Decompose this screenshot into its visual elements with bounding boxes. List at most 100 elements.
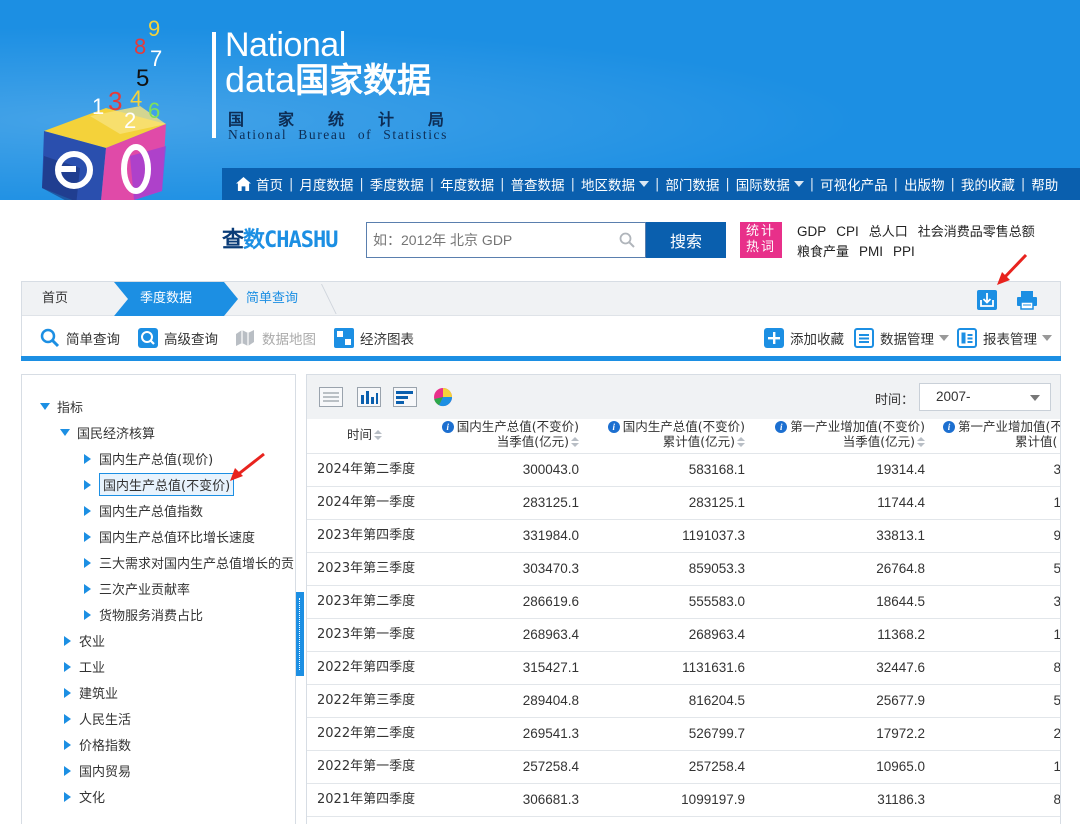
download-icon[interactable] <box>976 289 998 311</box>
cell-time: 2023年第四季度 <box>317 528 416 543</box>
cell-gdp-cumulative: 816204.5 <box>688 693 745 708</box>
tree-item-domestic-trade[interactable]: 国内贸易 <box>64 761 131 780</box>
pie-chart-icon[interactable] <box>431 387 455 407</box>
nav-item-quarterly[interactable]: 季度数据 <box>364 174 430 194</box>
tree-group-national-accounts[interactable]: 国民经济核算 <box>60 423 155 442</box>
hot-term-link[interactable]: CPI <box>836 224 859 239</box>
cell-time: 2022年第一季度 <box>317 759 416 774</box>
tree-label: 货物服务消费占比 <box>99 609 204 624</box>
table-row[interactable]: 2024年第一季度 283125.1 283125.1 11744.4 1 <box>307 486 1060 519</box>
table-row[interactable]: 2022年第二季度 269541.3 526799.7 17972.2 2 <box>307 717 1060 750</box>
data-manage-menu[interactable]: 数据管理 <box>854 327 949 349</box>
search-input[interactable] <box>367 223 607 257</box>
column-header-gdp-cumulative[interactable]: i 国内生产总值(不变价) 累计值(亿元) <box>593 419 745 453</box>
info-icon[interactable]: i <box>441 421 454 433</box>
table-row[interactable]: 2022年第一季度 257258.4 257258.4 10965.0 1 <box>307 750 1060 783</box>
tree-item-industry-contribution[interactable]: 三次产业贡献率 <box>84 579 190 598</box>
nav-item-international[interactable]: 国际数据 <box>730 174 810 194</box>
table-row[interactable]: 2021年第三季度 279501.0 792516.6 24691.7 5 <box>307 816 1060 824</box>
brand-data-cn: 国家数据 <box>295 61 432 101</box>
table-row[interactable]: 2023年第四季度 331984.0 1191037.3 33813.1 9 <box>307 519 1060 552</box>
nav-item-help[interactable]: 帮助 <box>1025 174 1064 194</box>
column-header-primary-cumulative[interactable]: i 第一产业增加值(不 累计值( <box>943 419 1060 453</box>
time-range-select[interactable]: 2007- <box>919 383 1051 411</box>
info-icon[interactable]: i <box>943 421 955 433</box>
cube-digit: 6 <box>148 98 160 123</box>
hot-term-link[interactable]: 粮食产量 <box>797 245 849 260</box>
cell-gdp-quarter: 279501.0 <box>427 817 579 824</box>
tree-item-gdp-qoq[interactable]: 国内生产总值环比增长速度 <box>84 527 255 546</box>
nav-item-home[interactable]: 首页 <box>230 174 289 194</box>
table-row[interactable]: 2023年第三季度 303470.3 859053.3 26764.8 5 <box>307 552 1060 585</box>
cell-primary-cumulative: 1 <box>1053 627 1061 642</box>
table-row[interactable]: 2023年第二季度 286619.6 555583.0 18644.5 3 <box>307 585 1060 618</box>
nav-separator: | <box>429 176 435 192</box>
horizontal-bar-icon[interactable] <box>393 387 417 407</box>
tree-item-agriculture[interactable]: 农业 <box>64 631 105 650</box>
breadcrumb-simple-query[interactable]: 简单查询 <box>246 282 298 316</box>
tree-item-industry[interactable]: 工业 <box>64 657 105 676</box>
tree-item-gdp-constant[interactable]: 国内生产总值(不变价) <box>84 473 235 496</box>
search-icon[interactable] <box>619 232 635 248</box>
table-row[interactable]: 2024年第二季度 300043.0 583168.1 19314.4 3 <box>307 453 1061 486</box>
cell-time: 2022年第四季度 <box>317 660 416 675</box>
nav-item-favorites[interactable]: 我的收藏 <box>955 174 1021 194</box>
report-manage-menu[interactable]: 报表管理 <box>957 327 1052 349</box>
hot-term-link[interactable]: 社会消费品零售总额 <box>918 225 1035 240</box>
nav-item-monthly[interactable]: 月度数据 <box>293 174 359 194</box>
cell-time: 2024年第二季度 <box>317 462 416 477</box>
breadcrumb-quarterly[interactable]: 季度数据 <box>114 282 224 316</box>
column-header-primary-quarter[interactable]: i 第一产业增加值(不变价) 当季值(亿元) <box>759 419 925 453</box>
nav-separator: | <box>654 176 660 192</box>
tree-item-demand-contribution[interactable]: 三大需求对国内生产总值增长的贡 <box>84 553 294 572</box>
data-map-tool[interactable]: 数据地图 <box>234 327 316 349</box>
econ-chart-tool[interactable]: 经济图表 <box>334 327 414 349</box>
list-box-icon <box>854 328 874 348</box>
nav-item-regional[interactable]: 地区数据 <box>575 174 655 194</box>
hot-term-link[interactable]: 总人口 <box>869 225 908 240</box>
nbs-cube-logo[interactable]: 9 8 7 5 1 3 4 2 6 <box>30 6 230 200</box>
cell-gdp-quarter: 289404.8 <box>522 693 579 708</box>
info-icon[interactable]: i <box>607 421 620 433</box>
add-favorite-tool[interactable]: 添加收藏 <box>764 327 844 349</box>
nav-item-census[interactable]: 普查数据 <box>505 174 571 194</box>
nav-item-visual[interactable]: 可视化产品 <box>814 174 894 194</box>
nav-item-publications[interactable]: 出版物 <box>898 174 951 194</box>
search-button[interactable]: 搜索 <box>646 222 726 258</box>
cell-gdp-quarter: 286619.6 <box>522 594 579 609</box>
tree-item-construction[interactable]: 建筑业 <box>64 683 118 702</box>
tree-item-gdp-index[interactable]: 国内生产总值指数 <box>84 501 203 520</box>
print-icon[interactable] <box>1016 289 1038 311</box>
hot-term-link[interactable]: PPI <box>893 244 915 259</box>
table-view-icon[interactable] <box>319 387 343 407</box>
info-icon[interactable]: i <box>775 421 788 433</box>
nav-item-label: 我的收藏 <box>960 178 1015 194</box>
tree-item-culture[interactable]: 文化 <box>64 787 105 806</box>
nav-separator: | <box>289 176 294 192</box>
hot-term-link[interactable]: GDP <box>797 224 826 239</box>
chevron-down-icon <box>1042 335 1052 341</box>
nav-item-annual[interactable]: 年度数据 <box>434 174 500 194</box>
table-row[interactable]: 2022年第三季度 289404.8 816204.5 25677.9 5 <box>307 684 1060 717</box>
table-row[interactable]: 2021年第四季度 306681.3 1099197.9 31186.3 8 <box>307 783 1060 816</box>
header-label: 累计值(亿元) <box>662 434 735 449</box>
tree-item-living[interactable]: 人民生活 <box>64 709 131 728</box>
panel-splitter-handle[interactable] <box>296 592 304 676</box>
table-row[interactable]: 2022年第四季度 315427.1 1131631.6 32447.6 8 <box>307 651 1060 684</box>
chashu-logo[interactable]: 查数CHASHU <box>222 226 339 256</box>
table-row[interactable]: 2023年第一季度 268963.4 268963.4 11368.2 1 <box>307 618 1061 651</box>
simple-query-tool[interactable]: 简单查询 <box>40 327 120 349</box>
hot-term-link[interactable]: PMI <box>859 244 883 259</box>
cell-primary-cumulative: 3 <box>1053 462 1061 477</box>
advanced-query-tool[interactable]: 高级查询 <box>138 327 218 349</box>
column-header-gdp-quarter[interactable]: i 国内生产总值(不变价) 当季值(亿元) <box>427 419 579 453</box>
nav-item-department[interactable]: 部门数据 <box>659 174 725 194</box>
cube-digit: 8 <box>134 34 146 59</box>
tree-label: 三次产业贡献率 <box>99 583 191 598</box>
bar-chart-icon[interactable] <box>357 387 381 407</box>
tree-item-price-index[interactable]: 价格指数 <box>64 735 131 754</box>
breadcrumb-home[interactable]: 首页 <box>22 282 122 316</box>
tree-item-gdp-current[interactable]: 国内生产总值(现价) <box>84 449 213 468</box>
tree-item-consumption-share[interactable]: 货物服务消费占比 <box>84 605 203 624</box>
tree-root-indicators[interactable]: 指标 <box>40 397 83 416</box>
